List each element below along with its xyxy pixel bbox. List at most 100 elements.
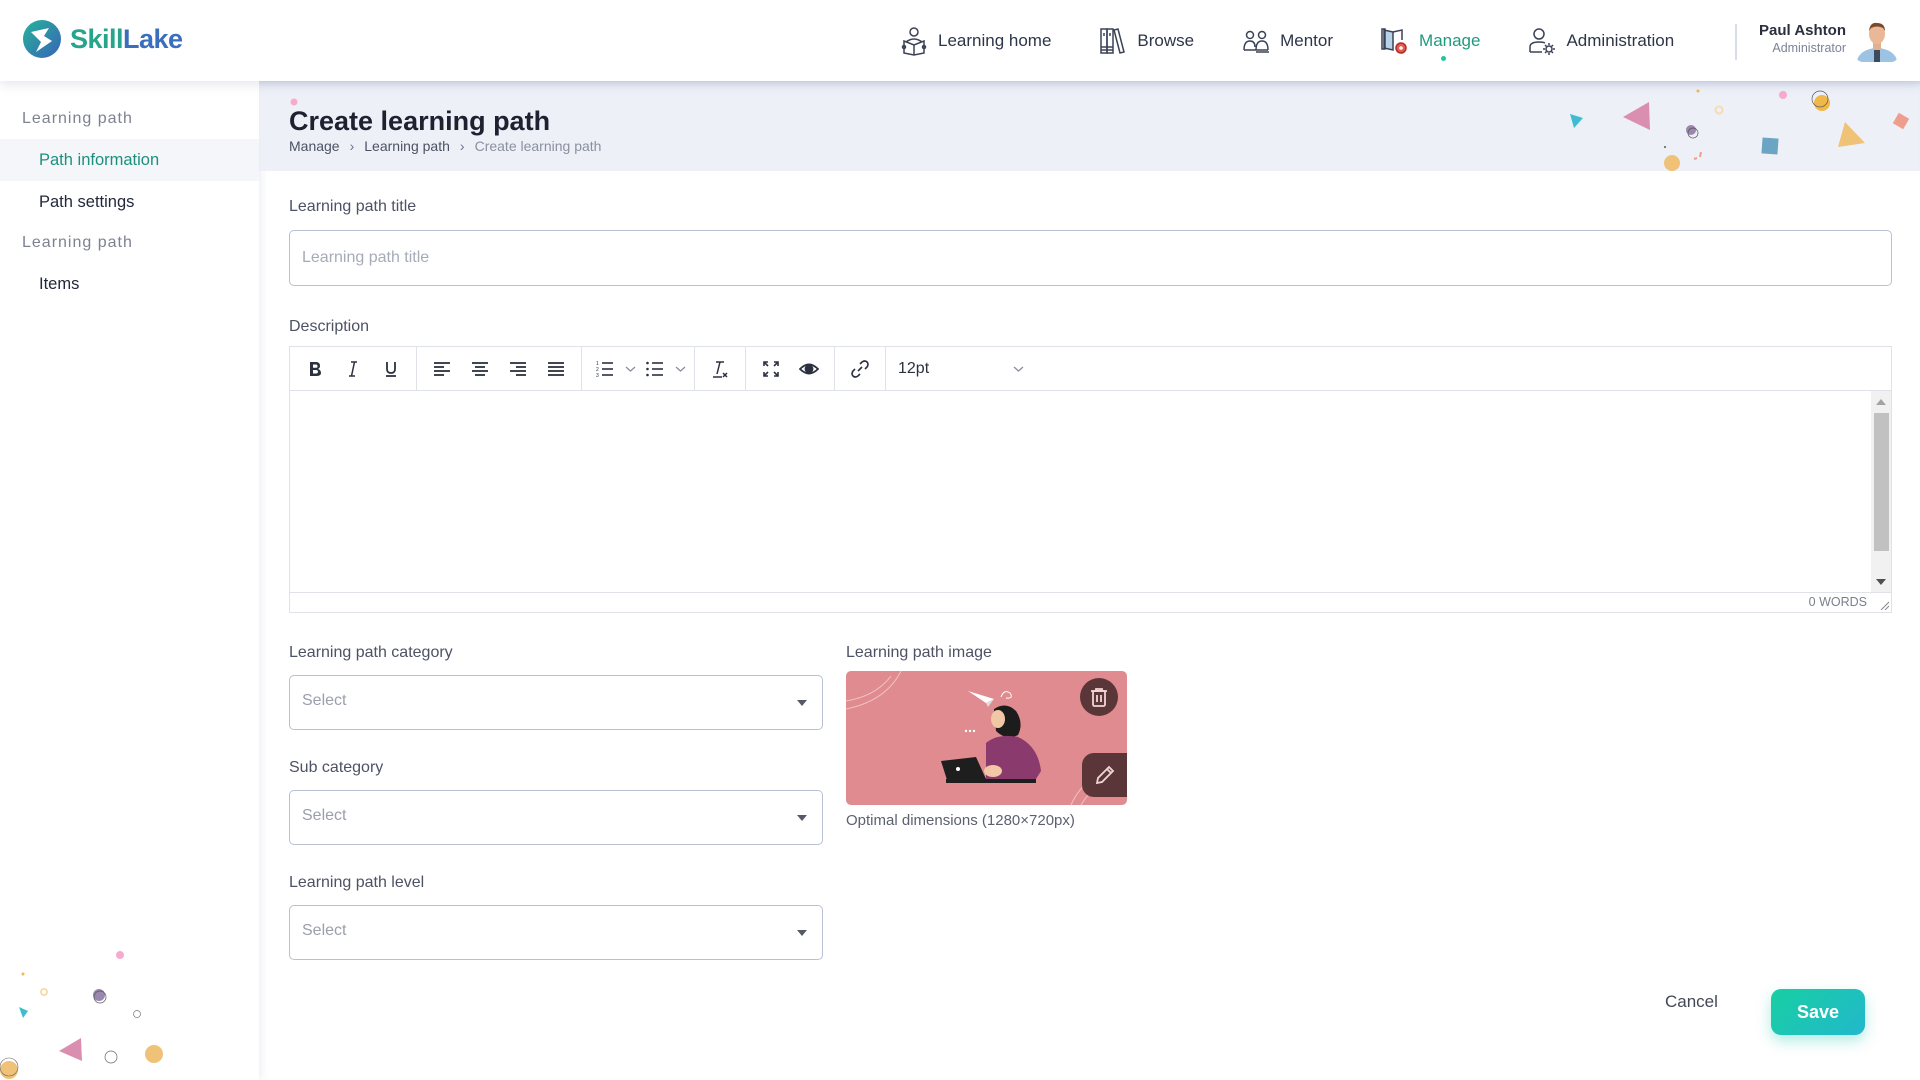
category-select[interactable]: Select: [289, 675, 823, 730]
fullscreen-icon: [763, 360, 779, 377]
delete-image-button[interactable]: [1080, 678, 1118, 716]
svg-text:3: 3: [596, 373, 599, 379]
breadcrumb-separator: ›: [459, 138, 465, 154]
edit-image-button[interactable]: [1082, 753, 1127, 797]
bookshelf-icon: [1100, 27, 1126, 54]
skilllake-logo[interactable]: SkillLake: [22, 19, 183, 59]
bold-button[interactable]: [296, 352, 334, 386]
brand-lake: Lake: [123, 23, 183, 54]
underline-button[interactable]: [372, 352, 410, 386]
italic-button[interactable]: [334, 352, 372, 386]
category-label: Learning path category: [289, 644, 453, 661]
nav-label: Mentor: [1280, 30, 1334, 50]
people-icon: [1243, 30, 1270, 53]
numbered-list-icon: 123: [596, 361, 613, 379]
numbered-list-dropdown[interactable]: [622, 352, 638, 386]
nav-label: Manage: [1419, 30, 1481, 50]
nav-mentor[interactable]: Mentor: [1242, 0, 1333, 81]
image-label: Learning path image: [846, 644, 992, 661]
sidebar-item-items[interactable]: Items: [0, 263, 259, 305]
nav-label: Browse: [1137, 30, 1195, 50]
breadcrumb-current: Create learning path: [474, 138, 602, 154]
learning-path-image[interactable]: [846, 671, 1127, 805]
confetti-decoration: [1570, 89, 1910, 171]
bold-icon: [310, 361, 321, 376]
brand-name: SkillLake: [70, 24, 183, 55]
scroll-down-arrow-icon[interactable]: [1876, 579, 1886, 585]
save-button[interactable]: Save: [1771, 989, 1865, 1035]
dropdown-arrow-icon: [797, 930, 807, 936]
subcategory-select[interactable]: Select: [289, 790, 823, 845]
pencil-icon: [1095, 765, 1114, 785]
sidebar-section-title: Learning path: [22, 234, 133, 251]
nav-label: Administration: [1566, 30, 1675, 50]
image-dimensions-hint: Optimal dimensions (1280×720px): [846, 812, 1075, 829]
bullet-list-dropdown[interactable]: [672, 352, 688, 386]
confetti-dot: [290, 98, 298, 106]
clear-formatting-button[interactable]: [701, 352, 739, 386]
user-name: Paul Ashton: [1759, 22, 1846, 39]
align-center-icon: [472, 361, 488, 376]
reading-person-icon: [901, 26, 927, 56]
description-text-area[interactable]: [290, 391, 1871, 593]
learning-path-title-input[interactable]: [289, 230, 1892, 286]
description-label: Description: [289, 318, 370, 335]
editor-scrollbar[interactable]: [1871, 391, 1891, 593]
align-justify-icon: [548, 361, 564, 376]
sidebar: Learning path Path information Path sett…: [0, 81, 259, 1080]
nav-manage[interactable]: Manage: [1381, 0, 1480, 81]
level-select[interactable]: Select: [289, 905, 823, 960]
user-role: Administrator: [1772, 41, 1846, 55]
breadcrumb-learning-path[interactable]: Learning path: [364, 138, 450, 154]
subcategory-label: Sub category: [289, 759, 384, 776]
scroll-up-arrow-icon[interactable]: [1876, 399, 1886, 405]
preview-button[interactable]: [790, 352, 828, 386]
editor-statusbar: 0 WORDS: [290, 592, 1891, 612]
align-left-icon: [434, 361, 450, 376]
sidebar-item-path-settings[interactable]: Path settings: [0, 181, 259, 223]
bullet-list-button[interactable]: [638, 352, 672, 386]
align-center-button[interactable]: [461, 352, 499, 386]
align-justify-button[interactable]: [537, 352, 575, 386]
nav-administration[interactable]: Administration: [1528, 0, 1674, 81]
trash-icon: [1091, 688, 1107, 707]
user-gear-icon: [1529, 27, 1556, 55]
font-size-select[interactable]: 12pt: [886, 347, 1036, 391]
nav-label: Learning home: [938, 30, 1052, 50]
user-info[interactable]: Paul Ashton Administrator: [1758, 22, 1846, 55]
nav-learning-home[interactable]: Learning home: [900, 0, 1051, 81]
align-right-button[interactable]: [499, 352, 537, 386]
sidebar-item-path-information[interactable]: Path information: [0, 139, 259, 181]
scroll-thumb[interactable]: [1874, 413, 1889, 551]
clear-formatting-icon: [713, 360, 728, 378]
avatar[interactable]: [1855, 18, 1899, 62]
main-nav: Learning home Browse Mentor Manage Admin…: [900, 0, 1722, 81]
level-label: Learning path level: [289, 874, 425, 891]
resize-handle-icon[interactable]: [1879, 600, 1889, 610]
align-right-icon: [510, 361, 526, 376]
cancel-button[interactable]: Cancel: [1665, 992, 1718, 1012]
avatar-photo: [1855, 18, 1899, 62]
page-title: Create learning path: [289, 106, 551, 136]
title-label: Learning path title: [289, 198, 417, 215]
page-header: Create learning path Manage › Learning p…: [259, 81, 1920, 171]
nav-browse[interactable]: Browse: [1099, 0, 1194, 81]
active-indicator: [1440, 56, 1446, 61]
nav-divider: [1735, 24, 1737, 60]
breadcrumb-manage[interactable]: Manage: [289, 138, 340, 154]
dropdown-arrow-icon: [797, 815, 807, 821]
font-size-value: 12pt: [898, 359, 930, 377]
fullscreen-button[interactable]: [752, 352, 790, 386]
select-value: Select: [302, 922, 347, 939]
editor-toolbar: 123 12pt: [290, 346, 1891, 391]
underline-icon: [386, 361, 396, 377]
align-left-button[interactable]: [423, 352, 461, 386]
breadcrumb-separator: ›: [349, 138, 355, 154]
word-count: 0 WORDS: [1808, 595, 1867, 609]
book-gear-icon: [1381, 27, 1407, 54]
numbered-list-button[interactable]: 123: [588, 352, 622, 386]
chevron-down-icon: [1013, 366, 1024, 372]
eye-icon: [799, 363, 819, 374]
chevron-down-icon: [625, 366, 635, 372]
link-button[interactable]: [841, 352, 879, 386]
